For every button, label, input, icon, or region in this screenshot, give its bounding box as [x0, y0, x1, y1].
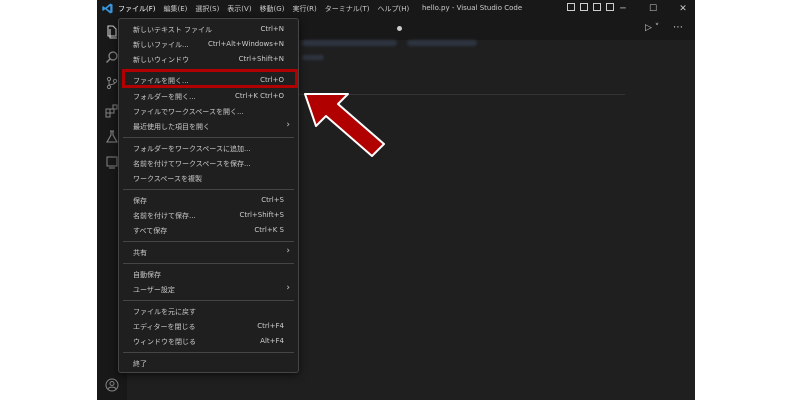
highlight-box [122, 69, 298, 88]
menu-item-new-window[interactable]: 新しいウィンドウ Ctrl+Shift+N [119, 52, 298, 67]
close-button[interactable]: ✕ [671, 0, 695, 18]
menu-separator [123, 137, 294, 138]
title-bar: ファイル(F) 編集(E) 選択(S) 表示(V) 移動(G) 実行(R) ター… [97, 0, 695, 18]
menu-item-open-folder[interactable]: フォルダーを開く... Ctrl+K Ctrl+O [119, 89, 298, 104]
chevron-right-icon: › [286, 283, 290, 293]
menu-item-new-file[interactable]: 新しいファイル... Ctrl+Alt+Windows+N [119, 37, 298, 52]
maximize-button[interactable]: ☐ [641, 0, 665, 18]
vscode-logo-icon [102, 3, 113, 14]
menu-go[interactable]: 移動(G) [260, 4, 285, 14]
menu-item-close-window[interactable]: ウィンドウを閉じる Alt+F4 [119, 334, 298, 349]
menu-item-preferences[interactable]: ユーザー設定 › [119, 282, 298, 297]
menu-separator [123, 300, 294, 301]
more-actions-icon[interactable]: ⋯ [673, 22, 683, 33]
menu-view[interactable]: 表示(V) [227, 4, 251, 14]
breadcrumb [302, 40, 397, 46]
menu-item-share[interactable]: 共有 › [119, 245, 298, 260]
toggle-panel-icon[interactable] [580, 3, 588, 11]
menu-item-save-workspace-as[interactable]: 名前を付けてワークスペースを保存... [119, 156, 298, 171]
menu-item-revert-file[interactable]: ファイルを元に戻す [119, 304, 298, 319]
unsaved-dot-icon [397, 26, 402, 31]
menu-item-save-as[interactable]: 名前を付けて保存... Ctrl+Shift+S [119, 208, 298, 223]
account-icon[interactable] [104, 378, 120, 394]
menu-separator [123, 352, 294, 353]
chevron-right-icon: › [286, 120, 290, 130]
menu-item-save-all[interactable]: すべて保存 Ctrl+K S [119, 223, 298, 238]
menu-help[interactable]: ヘルプ(H) [378, 4, 410, 14]
menu-selection[interactable]: 選択(S) [195, 4, 219, 14]
toggle-sidebar-icon[interactable] [567, 3, 575, 11]
menu-terminal[interactable]: ターミナル(T) [325, 4, 370, 14]
menu-item-new-text-file[interactable]: 新しいテキスト ファイル Ctrl+N [119, 22, 298, 37]
minimize-button[interactable]: ─ [611, 0, 635, 18]
menu-item-duplicate-workspace[interactable]: ワークスペースを複製 [119, 171, 298, 186]
menu-item-open-recent[interactable]: 最近使用した項目を開く › [119, 119, 298, 134]
menu-file[interactable]: ファイル(F) [118, 4, 156, 14]
menu-item-save[interactable]: 保存 Ctrl+S [119, 193, 298, 208]
menu-item-open-workspace[interactable]: ファイルでワークスペースを開く... [119, 104, 298, 119]
window-title: hello.py - Visual Studio Code [422, 4, 523, 12]
menu-separator [123, 263, 294, 264]
menu-item-exit[interactable]: 終了 [119, 356, 298, 371]
toggle-secondary-sidebar-icon[interactable] [593, 3, 601, 11]
menu-run[interactable]: 実行(R) [292, 4, 316, 14]
menu-bar: ファイル(F) 編集(E) 選択(S) 表示(V) 移動(G) 実行(R) ター… [118, 0, 417, 18]
pointer-arrow-icon [304, 93, 385, 157]
menu-item-add-folder-to-workspace[interactable]: フォルダーをワークスペースに追加... [119, 141, 298, 156]
menu-separator [123, 241, 294, 242]
menu-separator [123, 189, 294, 190]
breadcrumb-symbol [407, 40, 477, 46]
menu-edit[interactable]: 編集(E) [164, 4, 188, 14]
menu-item-auto-save[interactable]: 自動保存 [119, 267, 298, 282]
chevron-right-icon: › [286, 246, 290, 256]
menu-item-close-editor[interactable]: エディターを閉じる Ctrl+F4 [119, 319, 298, 334]
code-line [302, 55, 324, 60]
run-python-icon[interactable]: ▷ ˅ [645, 23, 659, 33]
